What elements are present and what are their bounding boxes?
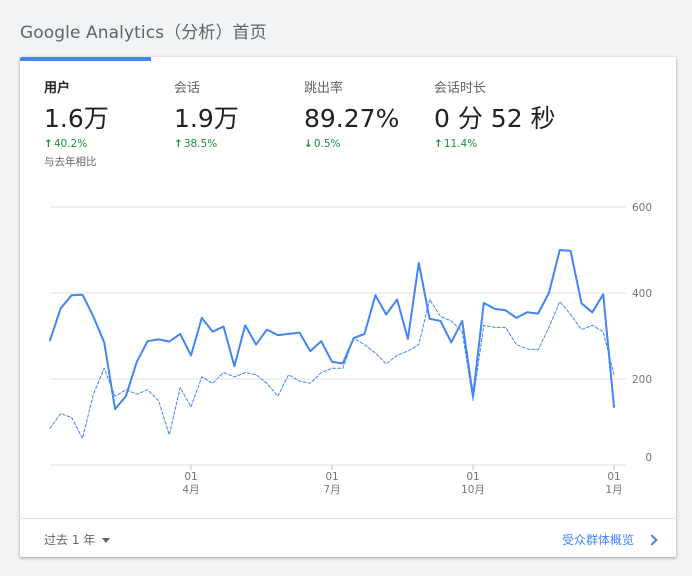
y-tick-label: 200 [632,374,652,386]
page-title-main: Google Analytics [20,23,165,43]
page-title: Google Analytics（分析）首页 [20,18,267,43]
y-tick-label: 400 [632,288,652,300]
y-tick-label: 600 [632,202,652,214]
chevron-right-icon [646,533,658,546]
page-title-sub: （分析）首页 [164,23,267,43]
audience-overview-card: 用户 1.6万 ↑40.2% 与去年相比 会话 1.9万 ↑38.5% 跳出率 … [20,57,676,557]
x-tick-label-month: 4月 [182,484,199,496]
x-tick-label-month: 10月 [461,484,485,496]
x-tick-label-day: 01 [607,471,620,483]
card-footer: 过去 1 年 受众群体概览 [20,518,676,557]
date-range-select[interactable]: 过去 1 年 [44,531,111,548]
x-tick-label-day: 01 [184,471,197,483]
audience-overview-label: 受众群体概览 [561,533,634,547]
x-tick-label-month: 1月 [605,484,622,496]
primary-series-line [49,249,615,411]
caret-down-icon [102,538,111,543]
users-line-chart: 6004002000014月017月0110月011月 [49,202,652,496]
x-tick-label-day: 01 [466,471,479,483]
date-range-label: 过去 1 年 [44,533,96,547]
x-tick-label-month: 7月 [323,484,340,496]
y-tick-label: 0 [645,452,652,464]
x-tick-label-day: 01 [325,471,338,483]
audience-overview-link[interactable]: 受众群体概览 [561,531,658,548]
